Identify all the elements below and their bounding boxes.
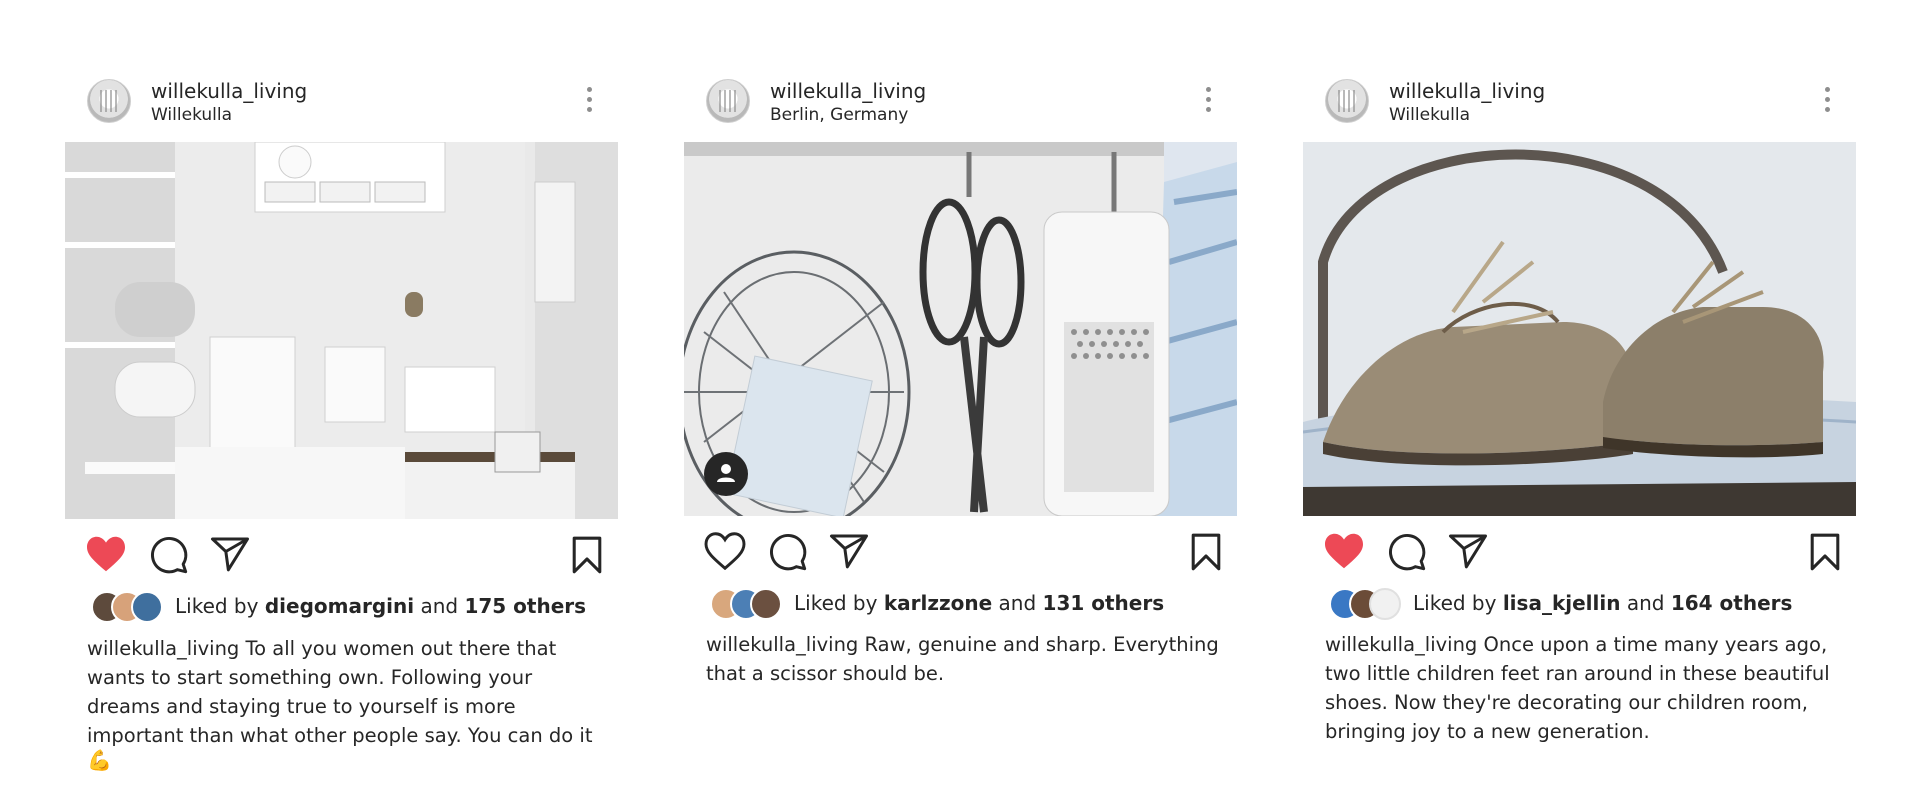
paper-plane-icon[interactable] <box>210 535 250 573</box>
avatar <box>750 588 782 620</box>
profile-avatar[interactable] <box>706 79 750 123</box>
comment-icon[interactable] <box>149 535 189 575</box>
liked-by-text: Liked by lisa_kjellin and 164 others <box>1413 591 1792 615</box>
liked-by-user[interactable]: karlzzone <box>884 591 992 615</box>
liked-by-and: and <box>1626 591 1665 615</box>
liked-by-prefix: Liked by <box>1413 591 1497 615</box>
paper-plane-icon[interactable] <box>829 532 869 570</box>
post-photo-kitchen[interactable] <box>65 142 618 519</box>
liked-by-text: Liked by karlzzone and 131 others <box>794 591 1164 615</box>
more-options-icon[interactable] <box>1822 87 1832 117</box>
post-username[interactable]: willekulla_living <box>770 79 926 103</box>
flexed-biceps-emoji: 💪 <box>87 748 112 772</box>
liked-by-and: and <box>420 594 459 618</box>
heart-icon[interactable] <box>704 532 746 570</box>
liked-by-user[interactable]: diegomargini <box>265 594 414 618</box>
profile-avatar[interactable] <box>87 79 131 123</box>
liker-avatars[interactable] <box>1329 588 1419 620</box>
post-actions <box>1303 516 1856 588</box>
post-location[interactable]: Willekulla <box>151 105 232 125</box>
liked-by-and: and <box>998 591 1037 615</box>
likes-row: Liked by diegomargini and 175 others <box>65 591 618 627</box>
post-card: willekulla_living Berlin, Germany Liked … <box>684 75 1237 685</box>
liked-by-text: Liked by diegomargini and 175 others <box>175 594 586 618</box>
post-username[interactable]: willekulla_living <box>1389 79 1545 103</box>
post-header: willekulla_living Willekulla <box>1303 75 1856 142</box>
heart-icon[interactable] <box>85 535 127 573</box>
likes-count[interactable]: 164 others <box>1671 591 1793 615</box>
liker-avatars[interactable] <box>710 588 800 620</box>
avatar <box>1369 588 1401 620</box>
liker-avatars[interactable] <box>91 591 181 623</box>
post-card: willekulla_living Willekulla <box>65 75 618 772</box>
post-caption: willekulla_living Once upon a time many … <box>1325 630 1845 746</box>
caption-username[interactable]: willekulla_living <box>706 633 858 656</box>
comment-icon[interactable] <box>768 532 808 572</box>
post-header: willekulla_living Berlin, Germany <box>684 75 1237 142</box>
more-options-icon[interactable] <box>1203 87 1213 117</box>
likes-count[interactable]: 131 others <box>1043 591 1165 615</box>
liked-by-user[interactable]: lisa_kjellin <box>1503 591 1621 615</box>
post-caption: willekulla_living To all you women out t… <box>87 634 607 750</box>
comment-icon[interactable] <box>1387 532 1427 572</box>
post-header: willekulla_living Willekulla <box>65 75 618 142</box>
caption-username[interactable]: willekulla_living <box>87 637 239 660</box>
likes-row: Liked by lisa_kjellin and 164 others <box>1303 588 1856 624</box>
caption-username[interactable]: willekulla_living <box>1325 633 1477 656</box>
person-glyph <box>717 464 735 482</box>
post-actions <box>684 516 1237 588</box>
post-actions <box>65 519 618 591</box>
post-card: willekulla_living Willekulla <box>1303 75 1856 743</box>
paper-plane-icon[interactable] <box>1448 532 1488 570</box>
bookmark-icon[interactable] <box>1190 532 1222 572</box>
more-options-icon[interactable] <box>584 87 594 117</box>
avatar <box>131 591 163 623</box>
user-tag-icon[interactable] <box>704 452 748 496</box>
post-location[interactable]: Berlin, Germany <box>770 105 908 125</box>
post-photo-shoes[interactable] <box>1303 142 1856 516</box>
kitchen-photo-image <box>65 142 618 519</box>
post-username[interactable]: willekulla_living <box>151 79 307 103</box>
post-location[interactable]: Willekulla <box>1389 105 1470 125</box>
profile-avatar[interactable] <box>1325 79 1369 123</box>
bookmark-icon[interactable] <box>1809 532 1841 572</box>
likes-row: Liked by karlzzone and 131 others <box>684 588 1237 624</box>
post-photo-scissors[interactable] <box>684 142 1237 516</box>
liked-by-prefix: Liked by <box>794 591 878 615</box>
liked-by-prefix: Liked by <box>175 594 259 618</box>
scissors-photo-image <box>684 142 1237 516</box>
likes-count[interactable]: 175 others <box>464 594 586 618</box>
heart-icon[interactable] <box>1323 532 1365 570</box>
post-caption: willekulla_living Raw, genuine and sharp… <box>706 630 1226 688</box>
shoes-photo-image <box>1303 142 1856 516</box>
bookmark-icon[interactable] <box>571 535 603 575</box>
